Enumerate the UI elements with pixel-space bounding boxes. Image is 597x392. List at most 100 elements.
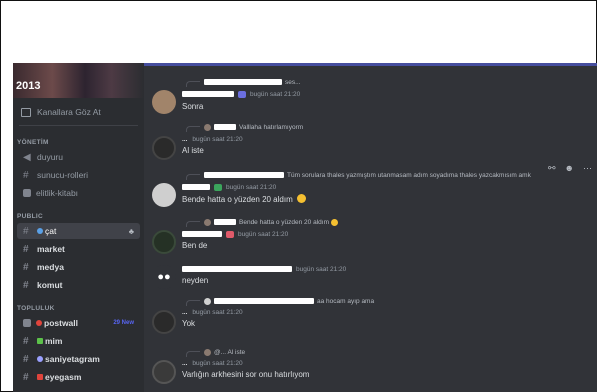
redacted-username[interactable] [182,231,222,237]
add-reaction-icon[interactable]: ☻ [565,163,574,174]
message-text: Sonra [182,102,204,111]
channel-label: eyegasm [45,372,82,382]
category-yonetim[interactable]: YÖNETİM [17,139,49,146]
reply-text: @... Al iste [214,348,246,356]
red-square-emoji-icon [37,374,43,380]
hash-icon: # [23,169,29,181]
forum-icon [23,319,31,327]
channel-sidebar: 2013 Kanallara Göz At YÖNETİM ◀ duyuru #… [13,63,144,392]
reply-preview[interactable]: Bende hatta o yüzden 20 aldım [186,217,338,227]
relieved-face-emoji-icon [330,218,338,226]
globe-emoji-icon [37,228,43,234]
reply-text: ses... [285,78,301,86]
link-icon[interactable]: ⚯ [548,163,556,174]
message-header: ... bugün saat 21:20 [182,134,243,144]
reply-text: Tüm sorulara thales yazmıştım utanmasam … [287,171,531,179]
hash-icon: # [23,335,29,347]
channel-cat[interactable]: # çat ♣ [17,223,140,239]
message-timestamp: bugün saat 21:20 [238,230,289,238]
reply-spine [186,81,200,87]
message-timestamp: bugün saat 21:20 [296,265,347,273]
avatar[interactable] [152,310,176,334]
avatar[interactable] [152,360,176,384]
channel-saniyetagram[interactable]: # saniyetagram [17,351,140,367]
avatar[interactable] [152,183,176,207]
message-header: ... bugün saat 21:20 [182,307,243,317]
channel-postwall[interactable]: postwall 29 New [17,315,140,331]
mini-avatar [204,123,211,131]
channel-label: postwall [44,318,79,328]
avatar[interactable] [152,90,176,114]
chat-message-list: ses... bugün saat 21:20 Sonra Valllaha h… [144,67,597,392]
channel-elitlik-kitabi[interactable]: elitlik-kitabı [17,185,140,201]
channel-label: medya [37,262,64,272]
server-banner[interactable]: 2013 [13,63,144,98]
hash-icon: # [23,225,29,237]
reply-spine [186,126,200,132]
browse-channels-label: Kanallara Göz At [37,107,101,117]
avatar[interactable] [152,136,176,160]
channel-label: saniyetagram [45,354,100,364]
message-text-body: Bende hatta o yüzden 20 aldım [182,195,293,204]
reply-preview[interactable]: aa hocam ayıp ama [186,296,374,306]
browse-channels-button[interactable]: Kanallara Göz At [13,103,144,121]
channel-label: elitlik-kitabı [36,188,79,198]
mini-avatar [204,218,211,226]
message-text: Varlığın arkhesini sor onu hatırlıyom [182,370,310,379]
channel-mim[interactable]: # mim [17,333,140,349]
channel-eyegasm[interactable]: # eyegasm [17,369,140,385]
add-member-icon[interactable]: ♣ [129,227,134,236]
channel-duyuru[interactable]: ◀ duyuru [17,149,140,165]
hash-icon: # [23,261,29,273]
discord-app-window: 2013 Kanallara Göz At YÖNETİM ◀ duyuru #… [13,63,597,392]
header-accent-bar [144,63,597,66]
message-header: bugün saat 21:20 [182,264,346,274]
reply-preview[interactable]: @... Al iste [186,347,245,357]
redacted-username[interactable] [182,184,210,190]
reply-spine [186,221,200,227]
channel-label: sunucu-rolleri [37,170,89,180]
redacted-username[interactable] [182,91,234,97]
channel-market[interactable]: # market [17,241,140,257]
message-text: Al iste [182,146,204,155]
reply-preview[interactable]: Valllaha hatırlamıyorm [186,122,303,132]
channel-label: mim [45,336,63,346]
more-options-icon[interactable]: ⋯ [583,163,592,174]
reply-spine [186,174,200,180]
channel-sunucu-rolleri[interactable]: # sunucu-rolleri [17,167,140,183]
mini-avatar [204,297,211,305]
message-hover-toolbar: ⚯ ☻ ⋯ [548,163,592,174]
username-prefix: ... [182,308,188,316]
relieved-face-emoji-icon [296,194,306,203]
message-timestamp: bugün saat 21:20 [192,308,243,316]
reply-text: aa hocam ayıp ama [317,297,375,305]
redacted-username [204,79,282,85]
channel-medya[interactable]: # medya [17,259,140,275]
camera-emoji-icon [37,356,43,362]
message-text: Bende hatta o yüzden 20 aldım [182,194,306,204]
hash-icon: # [23,371,29,383]
category-public[interactable]: PUBLIC [17,213,43,220]
redacted-username[interactable] [182,266,292,272]
username-prefix: ... [182,135,188,143]
category-topluluk[interactable]: TOPLULUK [17,305,55,312]
verified-check-icon [214,183,222,191]
message-timestamp: bugün saat 21:20 [192,359,243,367]
browse-channels-icon [21,107,31,117]
redacted-username [214,219,236,225]
reply-preview[interactable]: Tüm sorulara thales yazmıştım utanmasam … [186,170,531,180]
message-text: neyden [182,276,209,285]
green-square-emoji-icon [37,338,43,344]
role-icon [238,90,246,98]
reply-preview[interactable]: ses... [186,77,301,87]
hash-icon: # [23,279,29,291]
avatar[interactable] [152,230,176,254]
sidebar-divider [19,125,138,126]
discord-logo-icon[interactable]: ●● [152,265,176,289]
channel-komut[interactable]: # komut [17,277,140,293]
message-timestamp: bugün saat 21:20 [192,135,243,143]
channel-label: çat [45,226,57,236]
book-icon [23,189,31,197]
message-header: bugün saat 21:20 [182,182,276,192]
message-header: bugün saat 21:20 [182,89,300,99]
